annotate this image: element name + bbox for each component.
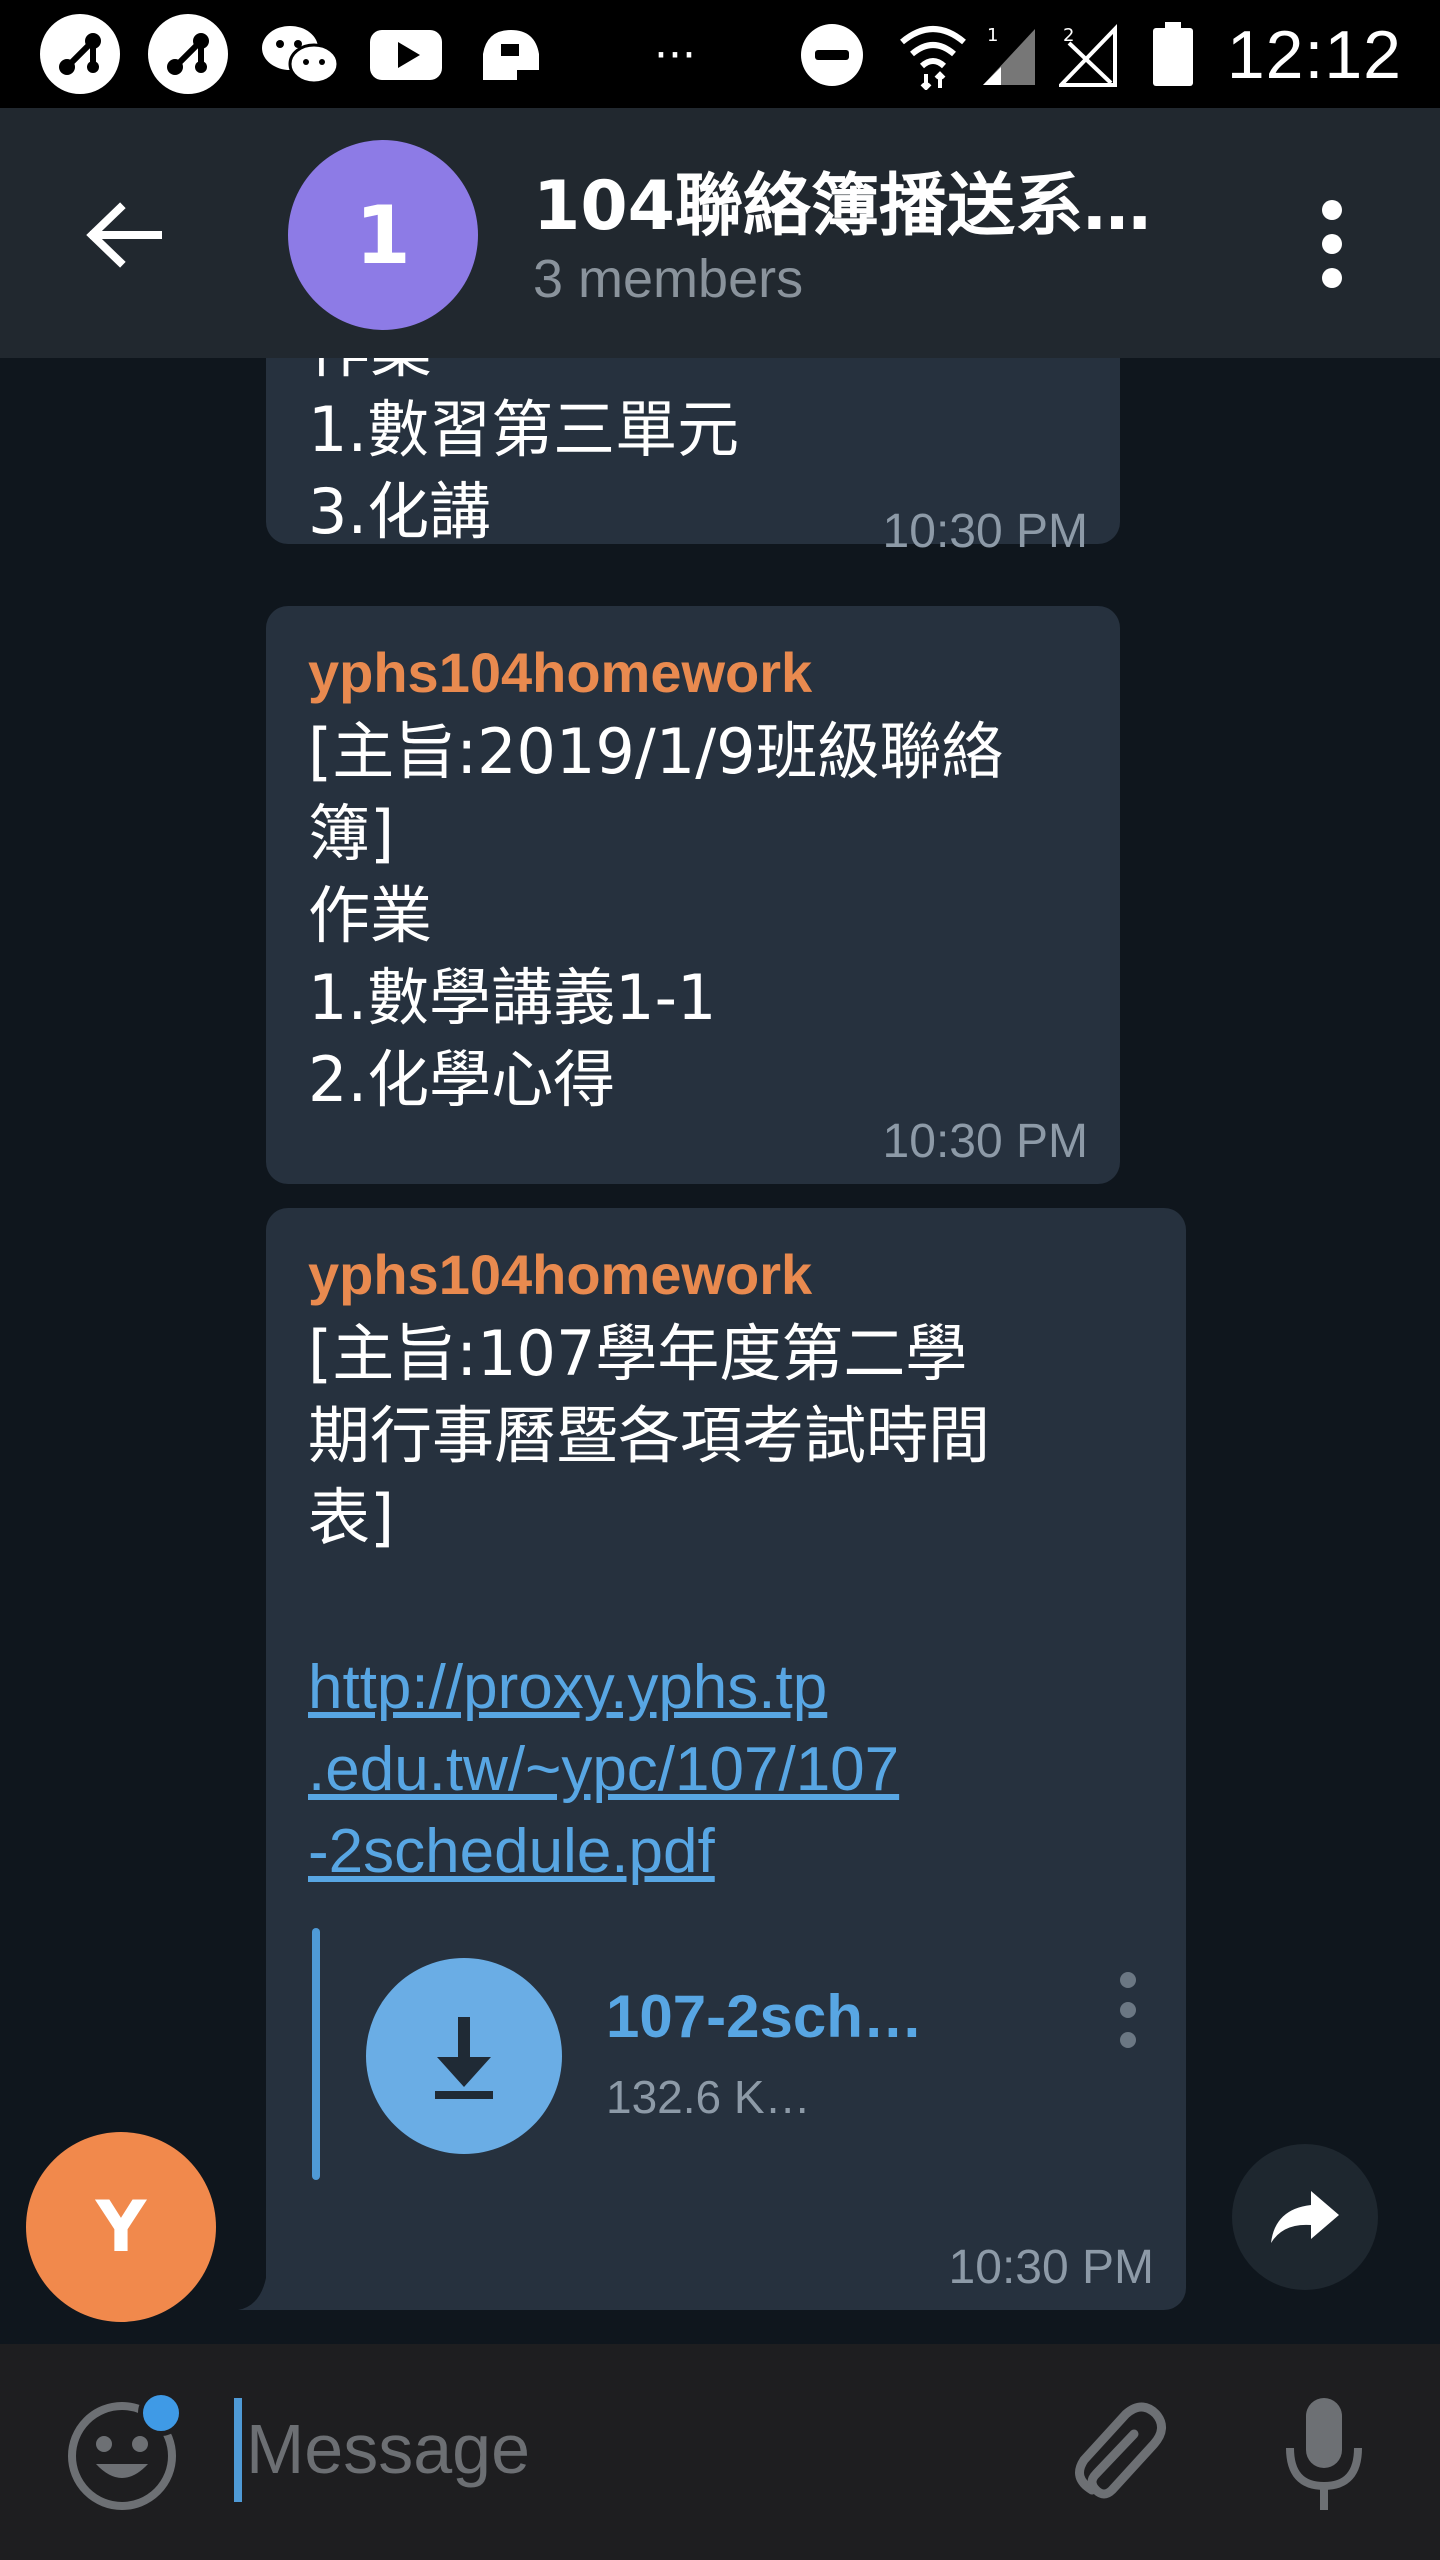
more-vert-icon[interactable] <box>1312 194 1352 294</box>
message-time: 10:30 PM <box>948 2241 1154 2294</box>
download-button[interactable] <box>366 1958 562 2154</box>
microphone-icon[interactable] <box>1282 2394 1366 2514</box>
status-bar: ··· 1 2 12:12 <box>0 0 1440 108</box>
clock: 12:12 <box>1226 17 1402 93</box>
message-list[interactable]: 作業 1.數習第三單元 3.化講 10:30 PM yphs104homewor… <box>0 358 1440 2344</box>
notification-dot <box>138 2390 184 2436</box>
message-link[interactable]: -2schedule.pdf <box>308 1810 715 1894</box>
message-text-line: 作業 <box>308 879 433 952</box>
svg-text:2: 2 <box>1063 25 1074 46</box>
message-text-line: 1.數習第三單元 <box>308 393 740 466</box>
wifi-icon <box>898 20 968 90</box>
bubble-tail <box>238 2278 270 2310</box>
message-link[interactable]: http://proxy.yphs.tp <box>308 1646 827 1730</box>
file-preview-bar <box>312 1928 320 2180</box>
message-link[interactable]: .edu.tw/~ypc/107/107 <box>308 1728 899 1812</box>
youtube-icon <box>368 20 444 90</box>
chat-title[interactable]: 104聯絡簿播送系… <box>533 150 1151 249</box>
sender-name[interactable]: yphs104homework <box>308 1242 812 1307</box>
sender-avatar[interactable]: Y <box>26 2132 216 2322</box>
file-name[interactable]: 107-2sch… <box>606 1982 923 2051</box>
message-bubble[interactable]: yphs104homework [主旨:107學年度第二學 期行事曆暨各項考試時… <box>266 1208 1186 2310</box>
message-text-line: 2.化學心得 <box>308 1043 616 1116</box>
message-time: 10:30 PM <box>882 505 1088 558</box>
message-time: 10:30 PM <box>882 1115 1088 1168</box>
file-size: 132.6 K… <box>606 2071 811 2123</box>
message-text-line: 期行事曆暨各項考試時間 <box>308 1399 991 1472</box>
signal-icon: 1 <box>980 20 1038 90</box>
battery-icon <box>1150 20 1196 90</box>
wechat-icon <box>258 20 342 90</box>
file-more-icon[interactable] <box>1118 1970 1138 2050</box>
message-text-line: [主旨:107學年度第二學 <box>308 1317 968 1390</box>
message-text-line: 作業 <box>308 358 432 392</box>
more-icon: ··· <box>654 29 696 81</box>
chat-avatar[interactable]: 1 <box>288 140 478 330</box>
chat-header: 1 104聯絡簿播送系… 3 members <box>0 108 1440 358</box>
do-not-disturb-icon <box>798 20 866 90</box>
signal-off-icon: 2 <box>1058 20 1118 90</box>
message-bubble[interactable]: 作業 1.數習第三單元 3.化講 10:30 PM <box>266 358 1120 558</box>
sender-name[interactable]: yphs104homework <box>308 640 812 705</box>
message-text-line: 3.化講 <box>308 475 492 548</box>
forward-icon <box>1271 2191 1339 2243</box>
member-count: 3 members <box>533 249 804 309</box>
game-icon <box>476 20 546 90</box>
message-text-line: 1.數學講義1-1 <box>308 961 717 1034</box>
app-icon <box>148 14 228 94</box>
download-arrow-icon <box>435 2017 493 2099</box>
svg-text:1: 1 <box>987 25 998 46</box>
message-input[interactable] <box>244 2384 1024 2514</box>
message-text-line: [主旨:2019/1/9班級聯絡 <box>308 715 1004 788</box>
text-cursor <box>234 2398 242 2502</box>
message-text-line: 簿] <box>308 797 395 870</box>
message-bubble[interactable]: yphs104homework [主旨:2019/1/9班級聯絡 簿] 作業 1… <box>266 606 1120 1184</box>
forward-button[interactable] <box>1232 2144 1378 2290</box>
app-icon <box>40 14 120 94</box>
attach-icon[interactable] <box>1062 2398 1172 2508</box>
back-arrow-icon[interactable] <box>80 190 170 280</box>
composer <box>0 2344 1440 2560</box>
message-text-line: 表] <box>308 1481 395 1554</box>
